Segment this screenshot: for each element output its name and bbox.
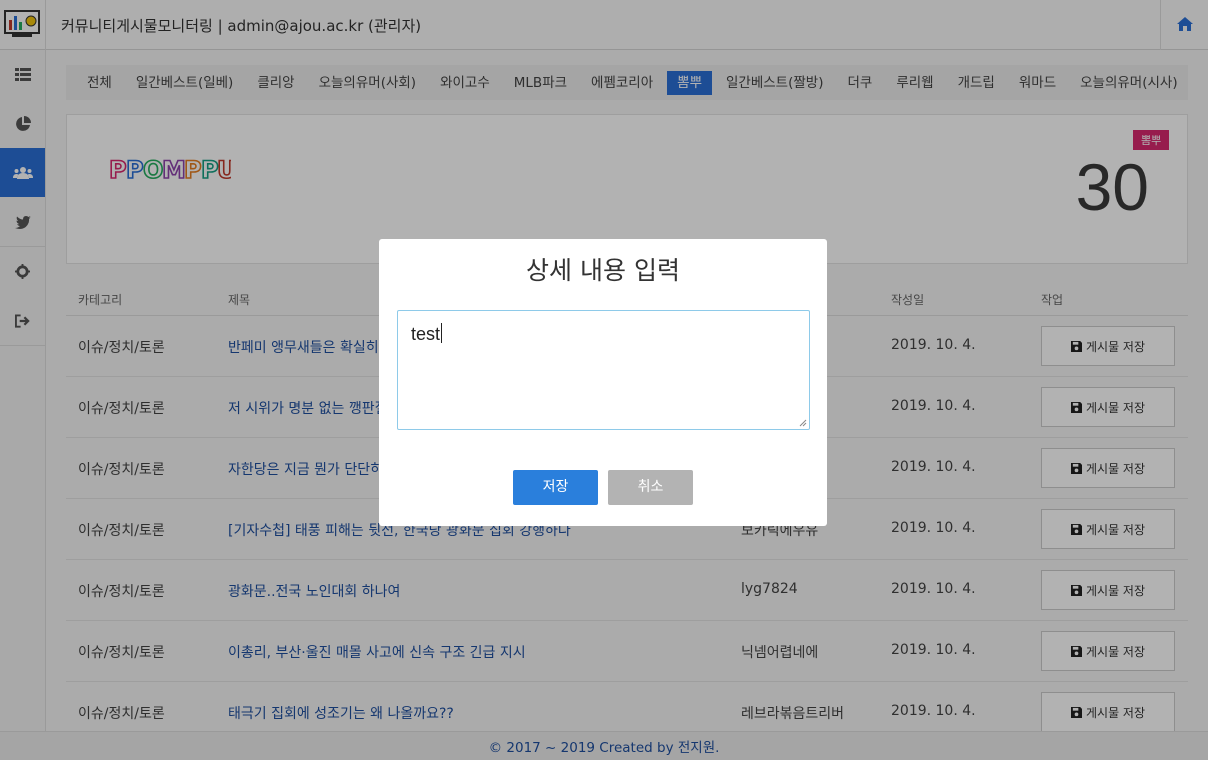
detail-input-modal: 상세 내용 입력 test 저장 취소	[379, 239, 827, 526]
cancel-button[interactable]: 취소	[608, 470, 693, 505]
save-button[interactable]: 저장	[513, 470, 598, 505]
resize-handle-icon[interactable]	[799, 419, 807, 427]
modal-title: 상세 내용 입력	[526, 256, 680, 285]
detail-textarea[interactable]: test	[397, 310, 810, 430]
text-caret	[441, 323, 443, 343]
textarea-value: test	[411, 324, 441, 344]
